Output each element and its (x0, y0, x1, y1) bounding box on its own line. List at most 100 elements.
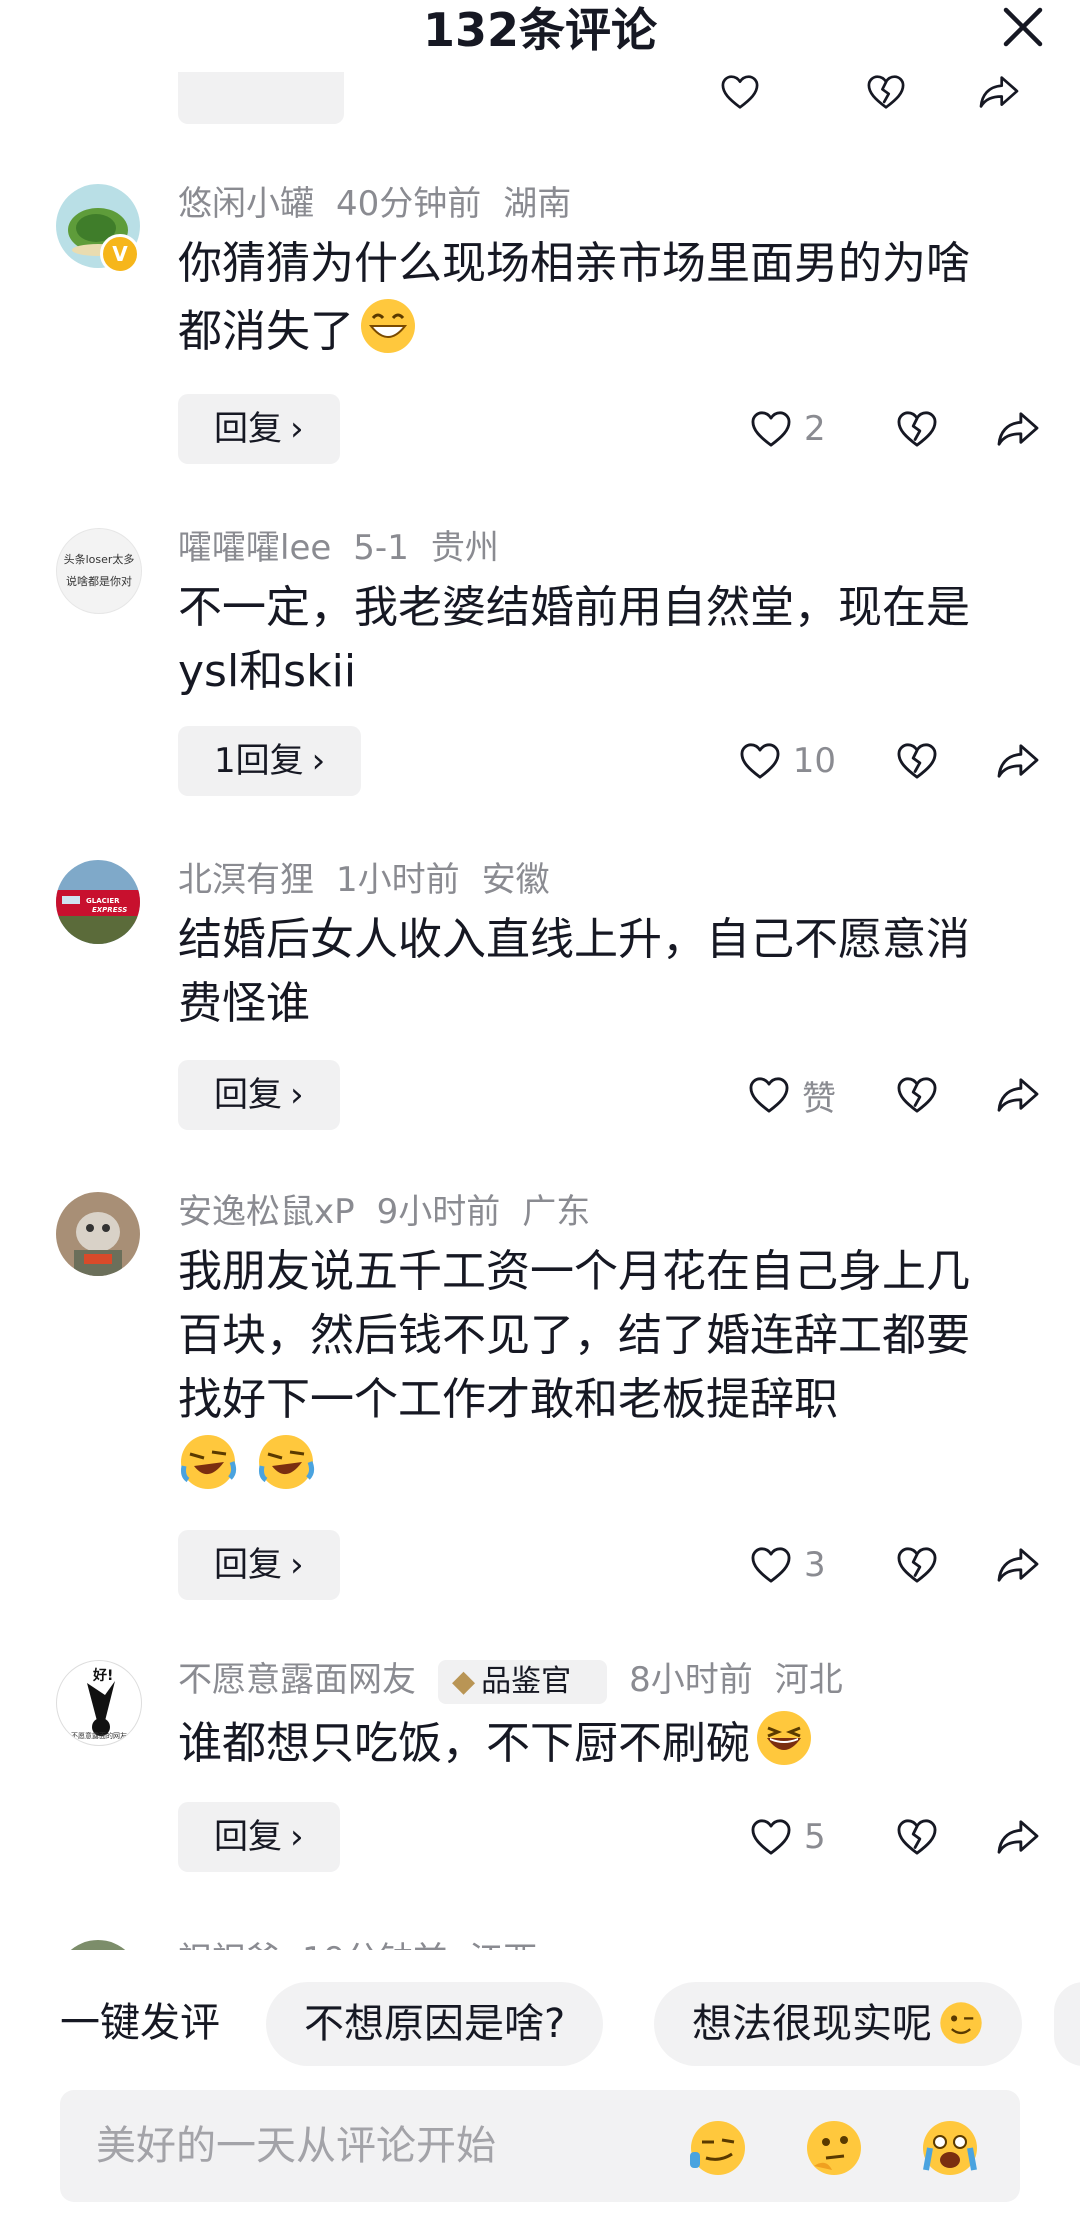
avatar[interactable]: 头条loser太多 说啥都是你对 (56, 528, 142, 614)
quick-comment-label: 一键发评 (60, 2000, 220, 2046)
reply-button[interactable]: 回复 › (178, 394, 340, 464)
badge-label: 品鉴官 (481, 1663, 572, 1699)
like-button[interactable]: 10 (739, 741, 836, 781)
rolling-laughing-emoji-icon (259, 1435, 315, 1489)
grinning-face-emoji-icon (361, 299, 415, 353)
comment-actions: 2 (750, 394, 1040, 464)
home-indicator-area (0, 2205, 1080, 2240)
reply-button[interactable]: 回复 › (178, 1060, 340, 1130)
chevron-right-icon: › (290, 1075, 304, 1115)
comment-time: 19分钟前 (302, 1940, 447, 1950)
like-count: 10 (792, 741, 836, 781)
username[interactable]: 不愿意露面网友 (178, 1660, 416, 1700)
quick-comment-chip[interactable]: 不想原因是啥? (266, 1982, 604, 2066)
comment-meta: 悠闲小罐 40分钟前 湖南 (178, 180, 593, 228)
comments-header: 132条评论 (0, 0, 1080, 72)
reply-label: 回复 (214, 1075, 282, 1115)
like-button[interactable]: 2 (750, 409, 836, 449)
chip-label: 不想原因是啥? (304, 2001, 566, 2047)
comment-location: 安徽 (481, 860, 550, 900)
like-count: 2 (804, 409, 826, 449)
comment-location: 广东 (522, 1192, 591, 1232)
avatar-text-line-2: EXPRESS (92, 906, 128, 914)
share-arrow-icon[interactable] (996, 410, 1040, 448)
comment-text: 结婚后女人收入直线上升，自己不愿意消费怪谁 (178, 914, 970, 1029)
previous-like-icon[interactable] (720, 74, 760, 110)
broken-heart-icon[interactable] (896, 1546, 938, 1584)
share-arrow-icon[interactable] (996, 742, 1040, 780)
chip-label: 想法很现实呢 (692, 2001, 932, 2047)
comment-time: 9小时前 (376, 1192, 501, 1232)
crying-face-emoji-icon[interactable] (920, 2118, 980, 2178)
username[interactable]: 悠闲小罐 (178, 184, 314, 224)
comment-meta: 嚯嚯嚯lee 5-1 贵州 (178, 524, 521, 572)
like-button[interactable]: 3 (750, 1545, 836, 1585)
chevron-right-icon: › (290, 1817, 304, 1857)
share-arrow-icon[interactable] (996, 1546, 1040, 1584)
heart-outline-icon (748, 1076, 790, 1114)
chevron-right-icon: › (290, 409, 304, 449)
reply-label: 回复 (214, 409, 282, 449)
avatar-text-line-1: GLACIER (86, 897, 120, 905)
comment-text-content: 我朋友说五千工资一个月花在自己身上几百块，然后钱不见了，结了婚连辞工都要找好下一… (178, 1246, 970, 1425)
quick-comment-chip-partial[interactable] (1054, 1982, 1080, 2066)
share-arrow-icon[interactable] (996, 1818, 1040, 1856)
chevron-right-icon: › (311, 741, 326, 781)
close-icon[interactable] (1000, 4, 1046, 50)
reply-label: 1回复 (214, 741, 304, 781)
avatar[interactable]: GLACIER EXPRESS (56, 860, 140, 944)
like-button[interactable]: 5 (750, 1817, 836, 1857)
comment-meta: 祝祝爸 19分钟前 江西 (178, 1936, 559, 1950)
diamond-icon: ◆ (452, 1663, 476, 1699)
comment-list[interactable]: V 悠闲小罐 40分钟前 湖南 你猜猜为什么现场相亲市场里面男的为啥都消失了 回复 ›… (0, 0, 1080, 1950)
comment-actions: 5 (750, 1802, 1040, 1872)
comment-input[interactable]: 美好的一天从评论开始 (60, 2090, 1020, 2202)
comment-text-content: 你猜猜为什么现场相亲市场里面男的为啥都消失了 (178, 238, 970, 357)
username[interactable]: 祝祝爸 (178, 1940, 280, 1950)
comment-time: 1小时前 (336, 860, 460, 900)
previous-share-icon[interactable] (978, 74, 1020, 110)
comment-time: 40分钟前 (336, 184, 482, 224)
comment-meta: 北溟有狸 1小时前 安徽 (178, 856, 572, 904)
verified-badge-icon: V (100, 234, 140, 274)
comment-count-title: 132条评论 (422, 3, 658, 57)
heart-outline-icon (739, 742, 781, 780)
broken-heart-icon[interactable] (896, 410, 938, 448)
like-count: 3 (804, 1545, 826, 1585)
comment-location: 江西 (469, 1940, 537, 1950)
comment-actions: 10 (739, 726, 1040, 796)
comment-time: 5-1 (353, 528, 409, 568)
quick-comment-bar: 一键发评 不想原因是啥? 想法很现实呢 (0, 1960, 1080, 2084)
reply-button[interactable]: 回复 › (178, 1802, 340, 1872)
avatar-text-line-1: 头条loser太多 (63, 553, 135, 566)
reply-label: 回复 (214, 1817, 282, 1857)
avatar[interactable]: 好! 不愿意露面的网友 (56, 1660, 142, 1746)
avatar-text-line-2: 说啥都是你对 (66, 575, 132, 588)
like-button[interactable]: 赞 (748, 1071, 836, 1120)
broken-heart-icon[interactable] (896, 742, 938, 780)
thinking-face-emoji-icon[interactable] (804, 2118, 864, 2178)
reply-label: 回复 (214, 1545, 282, 1585)
comment-input-placeholder: 美好的一天从评论开始 (96, 2123, 496, 2169)
avatar[interactable] (56, 1192, 140, 1276)
username[interactable]: 嚯嚯嚯lee (178, 528, 331, 568)
broken-heart-icon[interactable] (896, 1818, 938, 1856)
quick-comment-chip[interactable]: 想法很现实呢 (654, 1982, 1022, 2066)
avatar[interactable] (56, 1940, 140, 1950)
laughing-face-emoji-icon (757, 1711, 811, 1765)
username[interactable]: 北溟有狸 (178, 860, 314, 900)
comment-location: 贵州 (430, 528, 499, 568)
username[interactable]: 安逸松鼠xP (178, 1192, 355, 1232)
previous-dislike-icon[interactable] (866, 74, 906, 110)
comment-actions: 3 (750, 1530, 1040, 1600)
comment-text: 不一定，我老婆结婚前用自然堂，现在是ysl和skii (178, 582, 970, 697)
share-arrow-icon[interactable] (996, 1076, 1040, 1114)
rank-badge[interactable]: ◆ 品鉴官 (438, 1659, 608, 1704)
avatar-text-line-2: 不愿意露面的网友 (71, 1732, 127, 1740)
broken-heart-icon[interactable] (896, 1076, 938, 1114)
comment-text: 谁都想只吃饭，不下厨不刷碗 (178, 1708, 1008, 1776)
reply-button[interactable]: 回复 › (178, 1530, 340, 1600)
comment-location: 湖南 (503, 184, 572, 224)
reply-button[interactable]: 1回复 › (178, 726, 362, 796)
smirking-face-emoji-icon[interactable] (688, 2118, 748, 2178)
